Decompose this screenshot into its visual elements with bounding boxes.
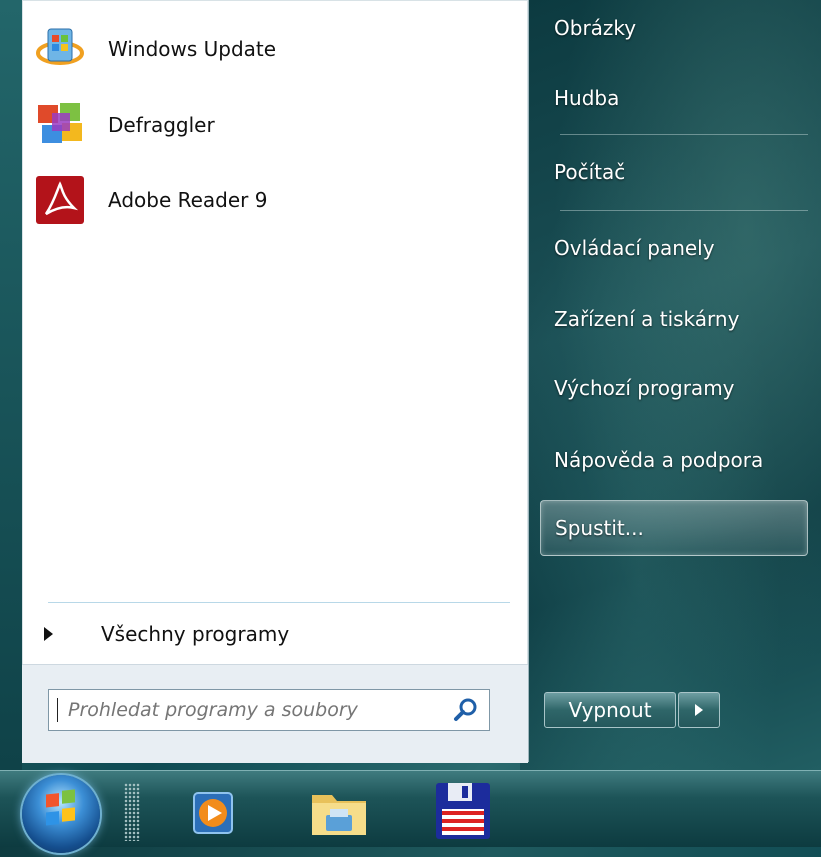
search-icon[interactable] (451, 695, 481, 725)
item-label: Hudba (554, 86, 620, 110)
arrow-right-icon (695, 704, 703, 716)
item-label: Obrázky (554, 16, 637, 40)
item-label: Ovládací panely (554, 236, 715, 260)
start-menu-item-music[interactable]: Hudba (540, 70, 808, 126)
file-explorer-folder-icon[interactable] (308, 779, 370, 841)
start-menu-item-devices-printers[interactable]: Zařízení a tiskárny (540, 291, 808, 347)
adobe-reader-icon (34, 174, 86, 226)
start-menu-item-default-programs[interactable]: Výchozí programy (540, 360, 808, 416)
shutdown-controls: Vypnout (544, 692, 720, 730)
pinned-program-windows-update[interactable]: Windows Update (34, 15, 276, 83)
shutdown-button[interactable]: Vypnout (544, 692, 676, 728)
floppy-disk-app-icon[interactable] (432, 779, 494, 841)
all-programs-label: Všechny programy (101, 622, 290, 646)
start-menu-item-run[interactable]: Spustit... (540, 500, 808, 556)
separator (48, 602, 510, 603)
taskbar-grip[interactable] (124, 783, 140, 841)
item-label: Nápověda a podpora (554, 448, 764, 472)
program-label: Adobe Reader 9 (108, 188, 268, 212)
arrow-right-icon (44, 627, 53, 641)
start-menu-item-control-panel[interactable]: Ovládací panely (540, 220, 808, 276)
search-input[interactable] (58, 698, 451, 722)
shutdown-options-button[interactable] (678, 692, 720, 728)
item-label: Počítač (554, 160, 626, 184)
media-player-icon[interactable] (182, 779, 244, 841)
item-label: Spustit... (555, 516, 644, 540)
program-label: Windows Update (108, 37, 277, 61)
pinned-program-defraggler[interactable]: Defraggler (34, 91, 215, 159)
start-menu-item-pictures[interactable]: Obrázky (540, 0, 808, 56)
item-label: Zařízení a tiskárny (554, 307, 740, 331)
window-edge (0, 0, 22, 770)
start-menu-item-help-support[interactable]: Nápověda a podpora (540, 432, 808, 488)
item-label: Výchozí programy (554, 376, 735, 400)
start-menu-item-computer[interactable]: Počítač (540, 144, 808, 200)
search-area (22, 664, 528, 763)
separator (560, 210, 808, 211)
taskbar (0, 770, 821, 853)
separator (560, 134, 808, 135)
search-box[interactable] (48, 689, 490, 731)
pinned-program-adobe-reader[interactable]: Adobe Reader 9 (34, 166, 267, 234)
windows-update-icon (34, 23, 86, 75)
defraggler-icon (34, 99, 86, 151)
all-programs-button[interactable]: Všechny programy (22, 612, 502, 656)
windows-start-orb-icon[interactable] (22, 775, 100, 853)
program-label: Defraggler (108, 113, 215, 137)
